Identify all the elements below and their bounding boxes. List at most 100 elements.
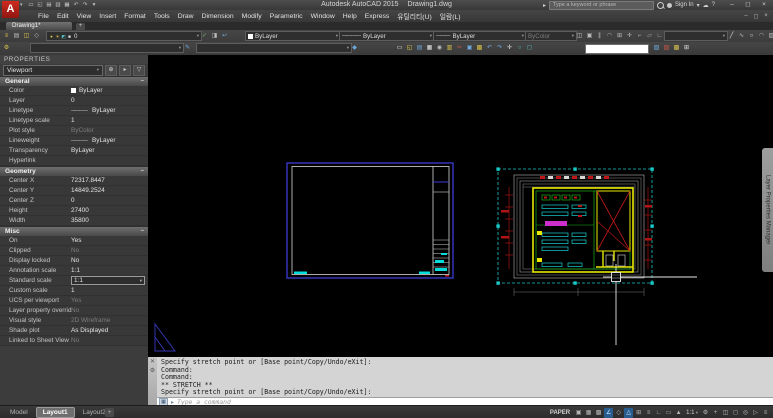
workspace-icon[interactable]: ⚙ <box>2 44 11 53</box>
mirror-icon[interactable]: ∥ <box>595 32 604 41</box>
pickadd-toggle-icon[interactable]: ⊕ <box>105 64 117 76</box>
menu-item[interactable]: Help <box>339 13 361 20</box>
menu-item[interactable]: Edit <box>53 13 73 20</box>
menu-item[interactable]: 유틸리티(U) <box>393 11 435 21</box>
doc-restore-button[interactable]: ◻ <box>752 13 760 20</box>
property-value[interactable]: ByLayer <box>71 137 145 144</box>
lock-ui-icon[interactable]: ◻ <box>731 408 740 418</box>
annotation-monitor-icon[interactable]: + <box>711 408 720 418</box>
array-icon[interactable]: ⊞ <box>615 32 624 41</box>
lineweight-display-icon[interactable]: ≡ <box>644 408 653 418</box>
graphics-performance-icon[interactable]: ▷ <box>751 408 760 418</box>
menu-item[interactable]: File <box>34 13 53 20</box>
redo-arrow-icon[interactable]: ↷ <box>495 44 504 53</box>
zoom-window-icon[interactable]: ◻ <box>525 44 534 53</box>
copy-clip-icon[interactable]: ▣ <box>465 44 474 53</box>
scale-icon[interactable]: ▱ <box>645 32 654 41</box>
layer-freeze-sun-icon[interactable]: ☀ <box>55 34 60 39</box>
section-header-geometry[interactable]: Geometry <box>0 166 148 176</box>
menu-item[interactable]: Dimension <box>198 13 238 20</box>
property-value[interactable]: 1:1 <box>71 267 145 274</box>
section-header-misc[interactable]: Misc <box>0 226 148 236</box>
property-value[interactable]: No <box>71 257 145 264</box>
dynamic-input-icon[interactable]: ▭ <box>664 408 673 418</box>
object-snap-icon[interactable]: ⊞ <box>634 408 643 418</box>
object-type-dropdown[interactable]: Viewport <box>3 64 103 76</box>
quick-select-icon[interactable]: ▽ <box>133 64 145 76</box>
property-value[interactable]: ByLayer <box>71 87 145 94</box>
isometric-drafting-icon[interactable]: ◇ <box>614 408 623 418</box>
sheet-set-icon[interactable]: ▩ <box>672 44 681 53</box>
annotation-visibility-icon[interactable]: ▲ <box>674 408 683 418</box>
property-value[interactable]: Yes <box>71 297 145 304</box>
color-control-dropdown[interactable]: ByLayer <box>245 31 341 41</box>
paper-space-label[interactable]: PAPER <box>550 410 570 416</box>
doc-minimize-button[interactable]: – <box>742 13 750 19</box>
plot-preview-icon[interactable]: ◉ <box>435 44 444 53</box>
undo-arrow-icon[interactable]: ↶ <box>485 44 494 53</box>
text-style-icon[interactable]: ✎ <box>183 44 192 53</box>
menu-item[interactable]: Tools <box>150 13 174 20</box>
arc-icon[interactable]: ◠ <box>757 32 766 41</box>
text-style-dropdown[interactable] <box>196 43 352 53</box>
polar-tracking-icon[interactable]: ∠ <box>604 407 614 418</box>
layout-tab[interactable]: Layout1 <box>35 407 75 418</box>
copy-icon[interactable]: ▣ <box>585 32 594 41</box>
sign-in-caret-icon[interactable]: ▾ <box>697 2 700 9</box>
isolate-objects-icon[interactable]: ◎ <box>741 408 750 418</box>
layer-lock-icon[interactable]: ◩ <box>61 34 66 39</box>
quick-properties-icon[interactable]: ◫ <box>721 408 730 418</box>
save-disk-icon[interactable]: ▤ <box>415 44 424 53</box>
offset-icon[interactable]: ◠ <box>605 32 614 41</box>
menu-item[interactable]: Express <box>361 13 394 20</box>
property-value[interactable]: 1:1 <box>71 276 145 285</box>
move-icon[interactable]: ✛ <box>625 32 634 41</box>
layer-on-bulb-icon[interactable]: ● <box>49 34 54 39</box>
file-tab-drawing1[interactable]: Drawing1* <box>6 22 72 30</box>
snap-mode-icon[interactable]: ▩ <box>594 408 603 418</box>
switch-workspace-icon[interactable]: ⚙ <box>701 408 710 418</box>
layer-color-swatch[interactable]: ■ <box>67 34 72 39</box>
zoom-realtime-icon[interactable]: ○ <box>515 44 524 53</box>
property-value[interactable]: ByLayer <box>71 107 145 114</box>
match-layer-icon[interactable]: ◨ <box>210 32 219 41</box>
property-value[interactable]: 27400 <box>71 207 145 214</box>
close-icon[interactable]: ✕ <box>150 359 155 365</box>
rotate-icon[interactable]: ⌐ <box>635 32 644 41</box>
help-icon[interactable]: ? <box>712 2 715 8</box>
publish-icon[interactable]: ▥ <box>445 44 454 53</box>
command-tools-icon[interactable]: ⚙ <box>150 368 155 374</box>
menu-item[interactable]: Window <box>307 13 339 20</box>
dynamic-ucs-icon[interactable]: ∟ <box>654 408 663 418</box>
section-header-general[interactable]: General <box>0 76 148 86</box>
property-value[interactable]: ByColor <box>71 127 145 134</box>
application-menu-button[interactable]: A <box>2 1 19 18</box>
polyline-icon[interactable]: ∿ <box>737 32 746 41</box>
new-drawing-tab-button[interactable]: + <box>76 23 85 30</box>
hatch-icon[interactable]: ▨ <box>767 32 773 41</box>
quick-view-icon[interactable]: ▣ <box>574 408 583 418</box>
menu-item[interactable]: Draw <box>174 13 198 20</box>
menu-item[interactable]: 일람(L) <box>436 11 465 21</box>
command-palette-grip[interactable]: ✕ ⚙ <box>148 357 157 405</box>
property-value[interactable]: 1 <box>71 287 145 294</box>
property-value[interactable]: No <box>71 337 145 344</box>
object-snap-tracking-icon[interactable]: △ <box>624 407 634 418</box>
menu-item[interactable]: Format <box>120 13 150 20</box>
search-icon[interactable] <box>656 1 664 9</box>
circle-icon[interactable]: ○ <box>747 32 756 41</box>
viewport-scale-button[interactable]: 1:1 <box>684 410 700 416</box>
layer-unisolate-icon[interactable]: ◇ <box>32 32 41 41</box>
sign-in-button[interactable]: Sign In <box>675 2 694 8</box>
trim-icon[interactable]: ∟ <box>655 32 664 41</box>
property-value[interactable]: 1 <box>71 117 145 124</box>
paste-icon[interactable]: ▩ <box>475 44 484 53</box>
layer-previous-icon[interactable]: ↩ <box>220 32 229 41</box>
open-folder-icon[interactable]: ◱ <box>405 44 414 53</box>
plot-printer-icon[interactable]: ▦ <box>425 44 434 53</box>
match-properties-icon[interactable]: ▨ <box>652 44 661 53</box>
lineweight-control-dropdown[interactable]: ——— ByLayer <box>433 31 527 41</box>
menu-item[interactable]: View <box>73 13 96 20</box>
doc-close-button[interactable]: × <box>762 13 770 19</box>
search-input[interactable]: Type a keyword or phrase <box>548 0 654 10</box>
